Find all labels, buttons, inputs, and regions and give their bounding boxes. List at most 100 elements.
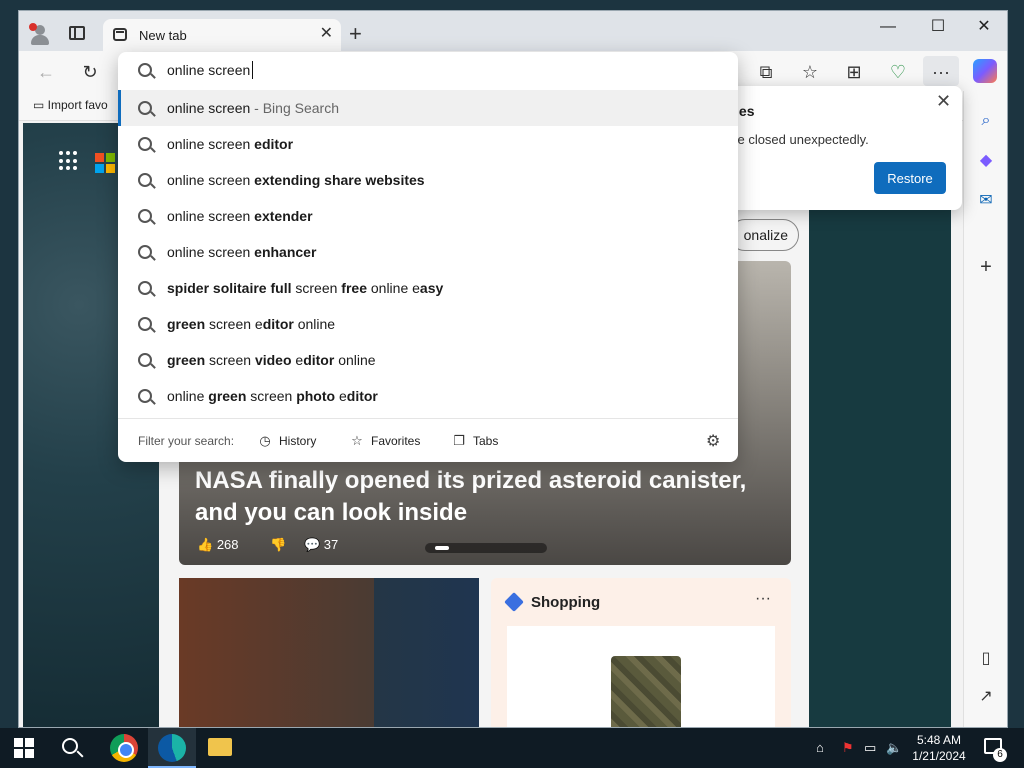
tab-close-icon[interactable]: ✕ bbox=[320, 24, 333, 44]
comment-icon[interactable]: 💬 37 bbox=[304, 537, 352, 552]
apps-launcher-icon[interactable] bbox=[59, 151, 79, 171]
file-explorer-icon[interactable] bbox=[208, 738, 232, 756]
tabs-icon: ❐ bbox=[453, 433, 465, 448]
search-suggestion[interactable]: online screen editor bbox=[118, 126, 738, 162]
new-tab-button[interactable]: + bbox=[349, 23, 362, 45]
suggestion-text: online screen enhancer bbox=[167, 244, 316, 260]
suggestion-search-icon bbox=[138, 245, 152, 259]
search-suggestion[interactable]: online screen enhancer bbox=[118, 234, 738, 270]
network-icon[interactable]: ⌂ bbox=[816, 740, 824, 755]
search-suggestion[interactable]: online screen - Bing Search bbox=[118, 90, 738, 126]
more-options-icon[interactable]: ··· bbox=[930, 61, 952, 83]
edge-sidebar: ⌕ ◆ ✉ + ▯ ↗ bbox=[963, 91, 1007, 727]
suggestion-search-icon bbox=[138, 173, 152, 187]
favorites-icon[interactable]: ☆ bbox=[799, 61, 821, 83]
text-caret bbox=[252, 61, 253, 79]
shopping-product-image[interactable] bbox=[507, 626, 775, 727]
tab-actions-icon[interactable] bbox=[69, 26, 85, 40]
suggestion-text-part: online screen bbox=[167, 172, 255, 188]
carousel-indicator[interactable] bbox=[425, 543, 547, 553]
address-query-text: online screen bbox=[167, 62, 251, 78]
import-favorites-label: Import favo bbox=[47, 98, 108, 112]
restore-close-icon[interactable]: ✕ bbox=[936, 91, 951, 111]
display-icon[interactable]: ▭ bbox=[864, 740, 876, 756]
suggestion-text-part: extender bbox=[254, 208, 313, 224]
sidebar-tools-icon[interactable]: ◆ bbox=[976, 151, 996, 171]
restore-button[interactable]: Restore bbox=[874, 162, 946, 194]
filter-favorites-label: Favorites bbox=[371, 434, 421, 448]
shopping-label: Shopping bbox=[531, 594, 601, 611]
collections-icon[interactable]: ⊞ bbox=[843, 61, 865, 83]
personalize-button[interactable]: onalize bbox=[729, 219, 799, 251]
back-icon[interactable]: ← bbox=[35, 61, 57, 83]
notification-badge: 6 bbox=[993, 748, 1007, 762]
filter-tabs-button[interactable]: ❐ Tabs bbox=[452, 432, 498, 450]
search-suggestion[interactable]: spider solitaire full screen free online… bbox=[118, 270, 738, 306]
suggestion-text-part: online bbox=[167, 388, 209, 404]
suggestion-search-icon bbox=[138, 317, 152, 331]
maximize-button[interactable]: ☐ bbox=[923, 17, 953, 37]
suggestion-text: online green screen photo editor bbox=[167, 388, 378, 404]
volume-icon[interactable]: 🔈 bbox=[886, 740, 902, 756]
profile-avatar-icon[interactable] bbox=[29, 23, 51, 45]
window-close-button[interactable]: ✕ bbox=[969, 17, 999, 37]
search-suggestion[interactable]: online green screen photo editor bbox=[118, 378, 738, 414]
suggestion-search-icon bbox=[138, 209, 152, 223]
hero-headline[interactable]: NASA finally opened its prized asteroid … bbox=[195, 465, 785, 529]
copilot-icon[interactable] bbox=[973, 59, 997, 83]
clock-time: 5:48 AM bbox=[916, 733, 962, 747]
search-settings-icon[interactable]: ⚙ bbox=[706, 431, 720, 451]
refresh-icon[interactable]: ↻ bbox=[79, 61, 101, 83]
suggestion-text-part: screen e bbox=[205, 316, 263, 332]
sidebar-hide-icon[interactable]: ▯ bbox=[976, 649, 996, 669]
suggestion-text-part: enhancer bbox=[254, 244, 317, 260]
suggestion-text-part: asy bbox=[419, 280, 444, 296]
search-suggestion[interactable]: green screen video editor online bbox=[118, 342, 738, 378]
shopping-card[interactable]: Shopping ··· bbox=[491, 578, 791, 727]
suggestion-text: online screen - Bing Search bbox=[167, 100, 339, 116]
address-input[interactable]: online screen bbox=[118, 52, 738, 88]
filter-history-button[interactable]: ◷ History bbox=[258, 432, 316, 450]
sidebar-add-icon[interactable]: + bbox=[976, 257, 996, 277]
split-screen-icon[interactable]: ⧉ bbox=[755, 61, 777, 83]
suggestion-text-part: editor bbox=[254, 136, 294, 152]
tab-new-tab[interactable]: New tab ✕ bbox=[103, 19, 341, 51]
minimize-button[interactable]: — bbox=[873, 17, 903, 37]
system-clock[interactable]: 5:48 AM 1/21/2024 bbox=[906, 732, 972, 764]
shopping-tag-icon bbox=[504, 592, 524, 612]
start-button-icon[interactable] bbox=[14, 738, 34, 758]
security-icon[interactable]: ⚑ bbox=[842, 740, 854, 756]
windows-taskbar: ⌂ ⚑ ▭ 🔈 5:48 AM 1/21/2024 6 bbox=[0, 728, 1024, 768]
search-suggestion[interactable]: green screen editor online bbox=[118, 306, 738, 342]
tab-title: New tab bbox=[139, 28, 187, 43]
selection-indicator bbox=[118, 90, 121, 126]
search-suggestion[interactable]: online screen extending share websites bbox=[118, 162, 738, 198]
like-icon[interactable]: 👍 268 bbox=[197, 537, 253, 552]
new-tab-favicon-icon bbox=[113, 28, 127, 41]
edge-taskbar-icon[interactable] bbox=[158, 734, 186, 762]
suggestion-text-part: online screen bbox=[167, 100, 251, 116]
favorites-star-icon: ☆ bbox=[351, 433, 363, 448]
desktop-screen: New tab ✕ + — ☐ ✕ ← ↻ ⧉ ☆ ⊞ ♡ ··· ▭ Impo… bbox=[0, 0, 1024, 768]
address-bar-dropdown: online screen online screen - Bing Searc… bbox=[118, 52, 738, 462]
suggestion-text-part: online screen bbox=[167, 244, 255, 260]
suggestion-text-part: green bbox=[208, 388, 247, 404]
dislike-icon[interactable]: 👎 bbox=[270, 537, 286, 552]
game-news-card[interactable] bbox=[179, 578, 479, 727]
browser-essentials-icon[interactable]: ♡ bbox=[887, 61, 909, 83]
filter-favorites-button[interactable]: ☆ Favorites bbox=[350, 432, 420, 450]
sidebar-open-external-icon[interactable]: ↗ bbox=[976, 687, 996, 707]
chrome-icon[interactable] bbox=[110, 734, 138, 762]
tab-strip: New tab ✕ + — ☐ ✕ bbox=[19, 11, 1007, 51]
shopping-more-icon[interactable]: ··· bbox=[755, 590, 771, 608]
import-favorites-link[interactable]: ▭ Import favo bbox=[33, 98, 108, 112]
suggestion-text-part: online screen bbox=[167, 136, 255, 152]
taskbar-search-icon[interactable] bbox=[62, 738, 78, 754]
suggestion-text-part: screen bbox=[291, 280, 342, 296]
suggestion-text-part: green bbox=[167, 316, 206, 332]
sidebar-outlook-icon[interactable]: ✉ bbox=[976, 191, 996, 211]
suggestion-text-part: online e bbox=[366, 280, 420, 296]
suggestion-text: online screen editor bbox=[167, 136, 293, 152]
sidebar-search-icon[interactable]: ⌕ bbox=[976, 111, 996, 131]
search-suggestion[interactable]: online screen extender bbox=[118, 198, 738, 234]
